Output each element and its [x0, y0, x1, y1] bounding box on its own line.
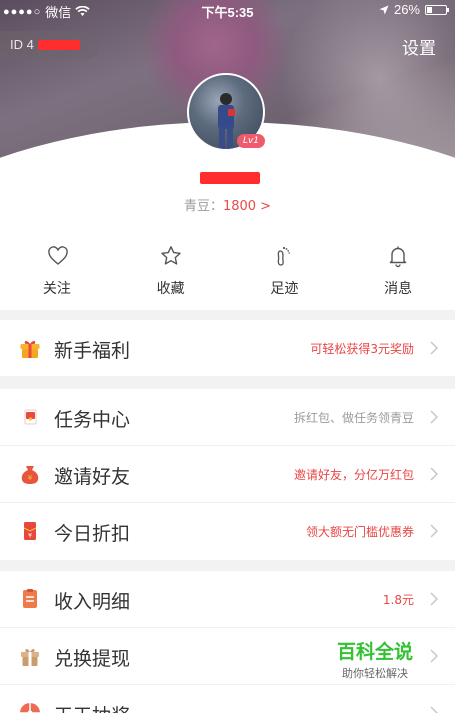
user-id-pill: ID 4	[0, 31, 100, 59]
chevron-right-icon	[430, 706, 439, 713]
profile-page: ●●●●○ 微信 下午5:35 26% ID 4 设置 Lv1 青豆：1800 …	[0, 0, 455, 713]
invite-hint: 邀请好友，分亿万红包	[293, 468, 414, 482]
status-bar: ●●●●○ 微信 下午5:35 26%	[0, 0, 455, 20]
chevron-right-icon	[430, 410, 439, 424]
redacted-user-id	[38, 40, 80, 50]
svg-text:¥: ¥	[28, 533, 32, 540]
tasks-section: 任务中心 拆红包、做任务领青豆 ¥ 邀请好友 邀请好友，分亿万红包 ¥ 今日折扣…	[0, 389, 455, 560]
user-id-label: ID 4	[10, 37, 34, 52]
menu-row-discount[interactable]: ¥ 今日折扣 领大额无门槛优惠券	[0, 503, 455, 560]
lottery-title: 天天抽奖	[54, 701, 130, 713]
history-button[interactable]: 足迹	[228, 238, 342, 308]
invite-title: 邀请好友	[54, 466, 131, 488]
location-arrow-icon	[379, 5, 389, 14]
follow-label: 关注	[42, 281, 71, 297]
beans-label: 青豆：	[183, 199, 223, 214]
redacted-username	[200, 172, 260, 184]
newbie-hint: 可轻松获得3元奖励	[310, 342, 414, 356]
wheel-icon	[20, 703, 40, 713]
red-envelope-icon	[24, 409, 37, 425]
coupon-icon: ¥	[23, 522, 37, 540]
discount-hint: 领大额无门槛优惠券	[305, 525, 414, 539]
money-bag-icon: ¥	[21, 466, 39, 484]
messages-button[interactable]: 消息	[341, 238, 455, 308]
watermark-subtitle: 助你轻松解决	[341, 667, 408, 680]
income-title: 收入明细	[54, 591, 131, 613]
history-label: 足迹	[270, 281, 299, 297]
menu-row-tasks[interactable]: 任务中心 拆红包、做任务领青豆	[0, 389, 455, 446]
battery-percent: 26%	[393, 2, 420, 17]
battery-icon	[425, 4, 449, 15]
favorites-label: 收藏	[156, 281, 185, 297]
menu-row-withdraw[interactable]: 兑换提现 百科全说 助你轻松解决	[0, 628, 455, 685]
chevron-right-icon	[430, 649, 439, 663]
favorites-button[interactable]: 收藏	[114, 238, 228, 308]
tasks-title: 任务中心	[54, 409, 131, 431]
beans-balance[interactable]: 青豆：1800 >	[0, 195, 455, 214]
gift-box-icon	[21, 648, 39, 666]
watermark: 百科全说 助你轻松解决	[337, 637, 413, 681]
footprint-icon	[278, 246, 291, 266]
gift-icon	[20, 340, 40, 358]
svg-text:¥: ¥	[28, 474, 33, 482]
menu-row-lottery[interactable]: 天天抽奖	[0, 685, 455, 713]
newbie-title: 新手福利	[54, 340, 131, 362]
heart-icon	[48, 246, 68, 265]
quick-actions: 关注 收藏 足迹 消息	[0, 238, 455, 308]
bell-icon	[389, 246, 407, 268]
chevron-right-icon	[430, 341, 439, 355]
follow-button[interactable]: 关注	[0, 238, 114, 308]
chevron-right-icon	[430, 467, 439, 481]
wallet-section: 收入明细 1.8元 兑换提现 百科全说 助你轻松解决 天天抽奖	[0, 571, 455, 713]
tasks-hint: 拆红包、做任务领青豆	[293, 411, 414, 425]
income-hint: 1.8元	[382, 593, 414, 607]
newbie-section: 新手福利 可轻松获得3元奖励	[0, 320, 455, 377]
messages-label: 消息	[384, 281, 413, 297]
star-icon	[160, 246, 181, 265]
menu-row-invite[interactable]: ¥ 邀请好友 邀请好友，分亿万红包	[0, 446, 455, 503]
level-badge: Lv1	[237, 134, 265, 148]
ledger-icon	[23, 589, 37, 608]
watermark-title: 百科全说	[336, 641, 413, 663]
settings-button[interactable]: 设置	[402, 34, 436, 59]
chevron-right-icon	[430, 524, 439, 538]
menu-row-newbie[interactable]: 新手福利 可轻松获得3元奖励	[0, 320, 455, 377]
discount-title: 今日折扣	[54, 523, 131, 545]
menu-row-income[interactable]: 收入明细 1.8元	[0, 571, 455, 628]
beans-value: 1800 >	[222, 199, 272, 214]
withdraw-title: 兑换提现	[54, 648, 131, 670]
chevron-right-icon	[430, 592, 439, 606]
username	[200, 170, 260, 188]
